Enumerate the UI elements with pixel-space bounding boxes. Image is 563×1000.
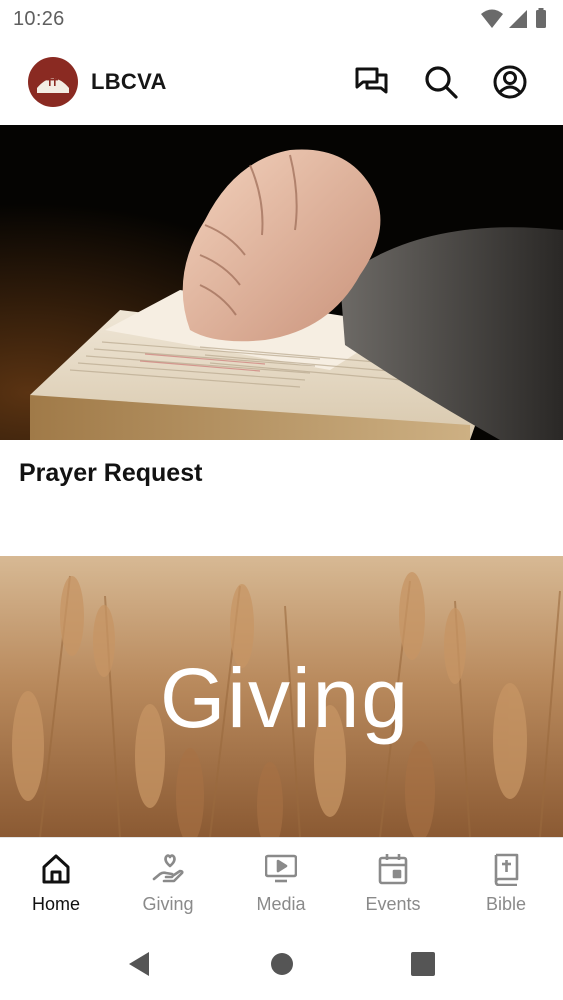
account-button[interactable] bbox=[491, 63, 529, 101]
search-icon bbox=[425, 66, 458, 99]
battery-icon bbox=[536, 10, 546, 28]
content-feed: Prayer Request Giving bbox=[0, 125, 563, 837]
bottom-nav: Home Giving Media Events Bible bbox=[0, 837, 563, 925]
prayer-request-title: Prayer Request bbox=[19, 459, 203, 487]
giving-image: Giving bbox=[0, 556, 563, 837]
nav-media[interactable]: Media bbox=[225, 838, 337, 926]
account-icon bbox=[493, 65, 527, 99]
search-button[interactable] bbox=[422, 63, 460, 101]
app-bar: LBCVA bbox=[0, 38, 563, 125]
giving-image-text: Giving bbox=[160, 651, 410, 745]
prayer-request-card[interactable]: Prayer Request bbox=[0, 125, 563, 556]
status-icons bbox=[481, 8, 546, 28]
church-logo[interactable] bbox=[28, 57, 78, 107]
chat-icon bbox=[355, 67, 388, 94]
giving-hand-heart-icon bbox=[152, 854, 184, 883]
nav-bible-label: Bible bbox=[485, 894, 527, 914]
app-screen: 10:26 LBCVA Prayer Request Giving Home G… bbox=[0, 0, 563, 1000]
nav-home[interactable]: Home bbox=[0, 838, 112, 926]
nav-media-label: Media bbox=[256, 894, 306, 914]
calendar-icon bbox=[378, 854, 408, 885]
nav-events[interactable]: Events bbox=[337, 838, 449, 926]
media-play-icon bbox=[265, 854, 297, 883]
recents-icon[interactable] bbox=[408, 949, 438, 979]
status-bar: 10:26 bbox=[0, 0, 563, 38]
nav-bible[interactable]: Bible bbox=[450, 838, 562, 926]
chat-button[interactable] bbox=[353, 63, 391, 101]
wifi-icon bbox=[481, 9, 503, 28]
app-title: LBCVA bbox=[91, 69, 167, 94]
giving-card[interactable]: Giving bbox=[0, 556, 563, 837]
home-icon bbox=[42, 854, 70, 884]
system-nav-bar bbox=[0, 925, 563, 1000]
nav-home-label: Home bbox=[31, 894, 80, 914]
back-icon[interactable] bbox=[125, 949, 155, 979]
nav-events-label: Events bbox=[365, 894, 421, 914]
church-logo-icon bbox=[37, 76, 69, 93]
nav-giving[interactable]: Giving bbox=[112, 838, 224, 926]
bible-icon bbox=[494, 853, 519, 886]
prayer-request-image bbox=[0, 125, 563, 440]
status-time: 10:26 bbox=[13, 8, 65, 30]
nav-giving-label: Giving bbox=[142, 894, 194, 914]
home-circle-icon[interactable] bbox=[267, 949, 297, 979]
cell-signal-icon bbox=[509, 10, 527, 28]
